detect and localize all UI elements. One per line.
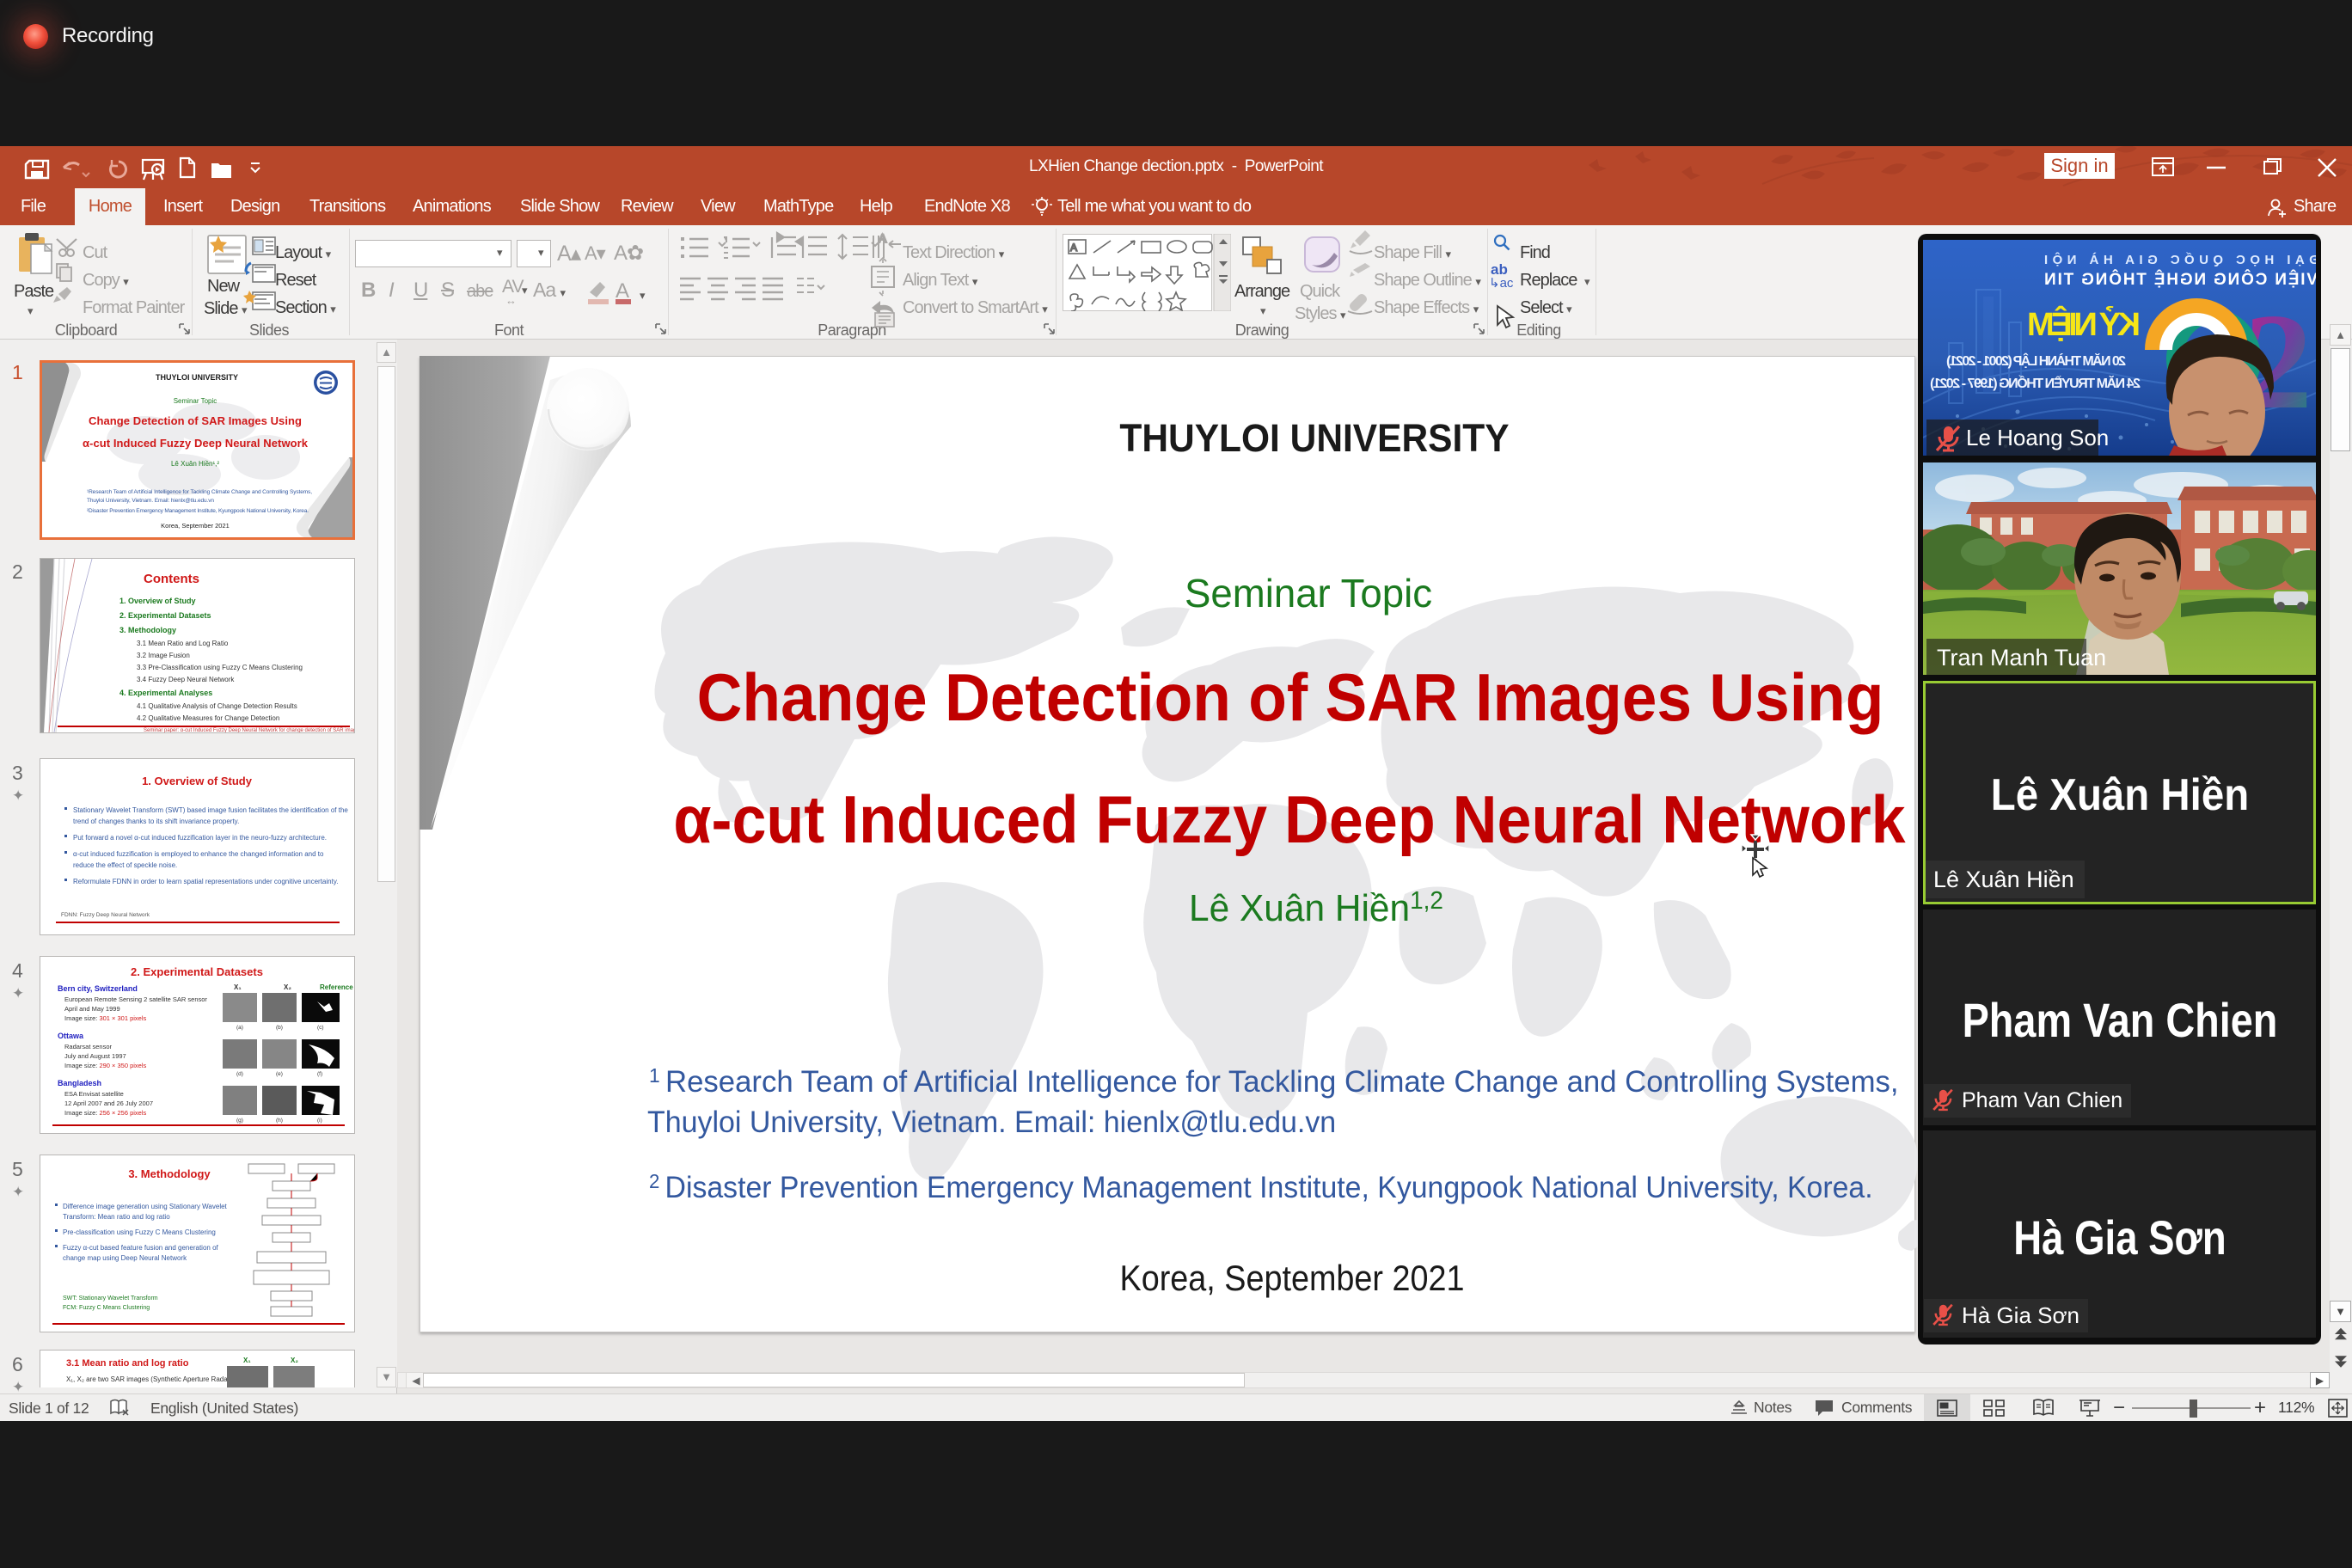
svg-text:3.2 Image Fusion: 3.2 Image Fusion bbox=[137, 652, 190, 659]
svg-text:July and August 1997: July and August 1997 bbox=[64, 1052, 126, 1060]
svg-text:Seminar paper: α-cut Induced F: Seminar paper: α-cut Induced Fuzzy Deep … bbox=[144, 728, 354, 732]
svg-text:FDNN: Fuzzy Deep Neural Networ: FDNN: Fuzzy Deep Neural Network bbox=[61, 912, 150, 918]
svg-text:(i): (i) bbox=[317, 1118, 322, 1124]
svg-text:Difference image generation us: Difference image generation using Statio… bbox=[63, 1203, 228, 1210]
svg-text:12 April 2007 and 26 July 2007: 12 April 2007 and 26 July 2007 bbox=[64, 1099, 153, 1107]
svg-text:change map using Deep Neural N: change map using Deep Neural Network bbox=[63, 1254, 187, 1262]
svg-text:2. Experimental Datasets: 2. Experimental Datasets bbox=[131, 965, 263, 978]
svg-text:3.3 Pre-Classification using F: 3.3 Pre-Classification using Fuzzy C Mea… bbox=[137, 664, 303, 671]
svg-text:Bern city, Switzerland: Bern city, Switzerland bbox=[58, 984, 138, 993]
svg-text:24 NĂM TRUYỀN THỐNG (1997 - 20: 24 NĂM TRUYỀN THỐNG (1997 - 2021) bbox=[1930, 374, 2141, 391]
svg-text:(g): (g) bbox=[236, 1118, 243, 1124]
svg-text:A: A bbox=[879, 231, 887, 245]
svg-text:ESA Envisat satellite: ESA Envisat satellite bbox=[64, 1090, 124, 1098]
svg-text:3.4 Fuzzy Deep Neural Network: 3.4 Fuzzy Deep Neural Network bbox=[137, 676, 235, 683]
svg-text:European Remote Sensing 2 sate: European Remote Sensing 2 satellite SAR … bbox=[64, 995, 207, 1003]
svg-text:Image size: 256 × 256 pixels: Image size: 256 × 256 pixels bbox=[64, 1109, 147, 1117]
svg-text:Stationary Wavelet Transform (: Stationary Wavelet Transform (SWT) based… bbox=[73, 806, 348, 814]
svg-text:1. Overview of Study: 1. Overview of Study bbox=[119, 597, 196, 605]
svg-text:4.1 Qualitative Analysis of Ch: 4.1 Qualitative Analysis of Change Detec… bbox=[137, 702, 297, 710]
svg-text:X₂: X₂ bbox=[284, 983, 291, 991]
svg-text:3.1 Mean Ratio and Log Ratio: 3.1 Mean Ratio and Log Ratio bbox=[137, 640, 229, 647]
svg-text:Bangladesh: Bangladesh bbox=[58, 1079, 101, 1087]
svg-text:Change Detection of SAR Images: Change Detection of SAR Images Using bbox=[89, 414, 302, 427]
svg-text:3.1 Mean ratio and log ratio: 3.1 Mean ratio and log ratio bbox=[66, 1358, 189, 1369]
svg-text:KỶ NIỆM: KỶ NIỆM bbox=[2027, 305, 2141, 343]
svg-text:Seminar Topic: Seminar Topic bbox=[174, 397, 217, 405]
svg-text:α-cut Induced Fuzzy Deep Neura: α-cut Induced Fuzzy Deep Neural Network bbox=[83, 437, 309, 450]
svg-text:²Disaster Prevention Emergency: ²Disaster Prevention Emergency Managemen… bbox=[87, 508, 309, 514]
svg-text:3. Methodology: 3. Methodology bbox=[119, 626, 176, 634]
svg-text:Put forward a novel α-cut indu: Put forward a novel α-cut induced fuzzif… bbox=[73, 834, 327, 842]
svg-text:trend of changes thanks to its: trend of changes thanks to its shift inv… bbox=[73, 818, 239, 825]
svg-text:April and May 1999: April and May 1999 bbox=[64, 1005, 120, 1013]
svg-text:▾: ▾ bbox=[640, 289, 646, 302]
svg-text:(b): (b) bbox=[276, 1025, 283, 1031]
svg-text:Contents: Contents bbox=[144, 572, 199, 586]
svg-text:20 NĂM THÀNH LẬP (2001 - 2021): 20 NĂM THÀNH LẬP (2001 - 2021) bbox=[1946, 352, 2126, 369]
svg-text:(a): (a) bbox=[236, 1025, 243, 1031]
svg-text:↳ac: ↳ac bbox=[1489, 276, 1514, 291]
svg-text:Fuzzy α-cut based feature fusi: Fuzzy α-cut based feature fusion and gen… bbox=[63, 1244, 219, 1252]
svg-text:Radarsat sensor: Radarsat sensor bbox=[64, 1043, 113, 1050]
svg-text:Thuyloi University, Vietnam. E: Thuyloi University, Vietnam. Email: hien… bbox=[87, 498, 214, 504]
svg-text:4.2 Qualitative Measures for C: 4.2 Qualitative Measures for Change Dete… bbox=[137, 714, 279, 722]
svg-text:FCM: Fuzzy C Means Clustering: FCM: Fuzzy C Means Clustering bbox=[63, 1305, 150, 1311]
svg-text:Lê Xuân Hiền¹,²: Lê Xuân Hiền¹,² bbox=[171, 460, 219, 468]
svg-text:Le Hoang Son: Le Hoang Son bbox=[1966, 425, 2109, 450]
svg-text:Transform: Mean ratio and log: Transform: Mean ratio and log ratio bbox=[63, 1213, 170, 1221]
svg-text:(f): (f) bbox=[317, 1071, 322, 1077]
svg-text:Ottawa: Ottawa bbox=[58, 1032, 84, 1040]
svg-text:Korea, September 2021: Korea, September 2021 bbox=[161, 522, 230, 530]
svg-text:Image size: 301 × 301 pixels: Image size: 301 × 301 pixels bbox=[64, 1014, 147, 1022]
svg-text:A: A bbox=[1070, 242, 1077, 254]
svg-text:¹Research Team of Artificial I: ¹Research Team of Artificial Intelligenc… bbox=[87, 489, 312, 495]
svg-text:Image size: 290 × 350 pixels: Image size: 290 × 350 pixels bbox=[64, 1062, 147, 1069]
svg-text:X₁, X₂ are two SAR images (Syn: X₁, X₂ are two SAR images (Synthetic Ape… bbox=[66, 1375, 232, 1383]
svg-text:α-cut induced fuzzification is: α-cut induced fuzzification is employed … bbox=[73, 850, 324, 858]
svg-text:(c): (c) bbox=[317, 1025, 324, 1031]
svg-text:X₁: X₁ bbox=[243, 1357, 251, 1364]
svg-text:Reference: Reference bbox=[320, 983, 353, 991]
svg-text:Reformulate FDNN in order to l: Reformulate FDNN in order to learn spati… bbox=[73, 878, 338, 885]
svg-text:4. Experimental Analyses: 4. Experimental Analyses bbox=[119, 689, 212, 697]
svg-text:reduce the effect of speckle n: reduce the effect of speckle noise. bbox=[73, 861, 177, 869]
svg-text:X₂: X₂ bbox=[291, 1357, 298, 1364]
svg-text:(e): (e) bbox=[276, 1071, 283, 1077]
svg-text:1. Overview of Study: 1. Overview of Study bbox=[142, 775, 253, 787]
svg-text:Tran Manh Tuan: Tran Manh Tuan bbox=[1937, 645, 2106, 671]
svg-text:(d): (d) bbox=[236, 1071, 243, 1077]
svg-text:(h): (h) bbox=[276, 1118, 283, 1124]
svg-text:THUYLOI UNIVERSITY: THUYLOI UNIVERSITY bbox=[156, 373, 238, 382]
svg-text:A: A bbox=[616, 279, 629, 303]
svg-text:SWT: Stationary Wavelet Transf: SWT: Stationary Wavelet Transform bbox=[63, 1295, 158, 1302]
svg-text:3. Methodology: 3. Methodology bbox=[128, 1167, 211, 1180]
svg-text:2. Experimental Datasets: 2. Experimental Datasets bbox=[119, 611, 211, 620]
svg-text:Pre-classification using Fuzzy: Pre-classification using Fuzzy C Means C… bbox=[63, 1228, 216, 1236]
svg-text:X₁: X₁ bbox=[234, 983, 242, 991]
